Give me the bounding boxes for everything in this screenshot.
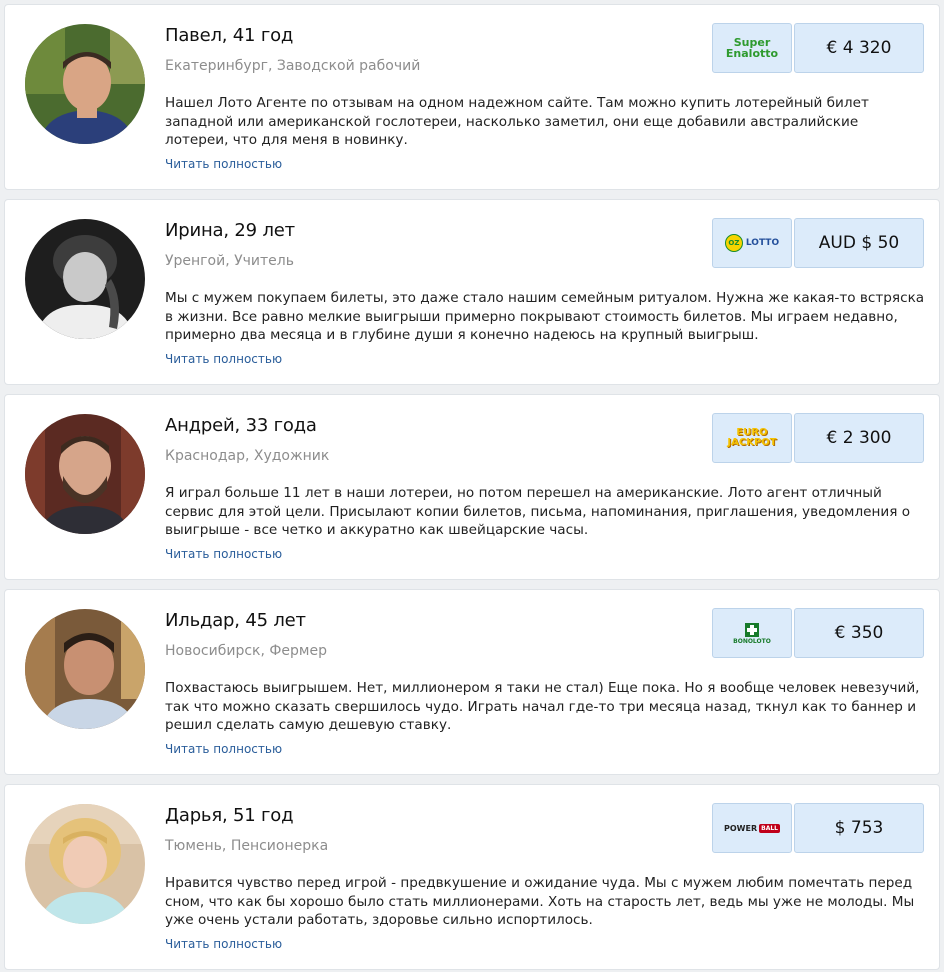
lottery-badge: OZ LOTTO xyxy=(712,218,792,268)
lottery-logo-line2: BALL xyxy=(759,823,780,833)
lottery-badge: BONOLOTO xyxy=(712,608,792,658)
reviewer-location-occupation: Краснодар, Художник xyxy=(165,448,330,464)
review-card: Ирина, 29 лет Уренгой, Учитель Мы с муже… xyxy=(4,199,940,385)
superenalotto-logo: Super Enalotto xyxy=(726,37,778,59)
reviewer-name: Дарья, 51 год xyxy=(165,805,294,826)
avatar xyxy=(25,609,145,729)
review-text: Похвастаюсь выигрышем. Нет, миллионером … xyxy=(165,680,920,733)
reviewer-location-occupation: Новосибирск, Фермер xyxy=(165,643,327,659)
read-more-link[interactable]: Читать полностью xyxy=(165,742,282,756)
lottery-logo-line2: Enalotto xyxy=(725,47,779,60)
read-more-link[interactable]: Читать полностью xyxy=(165,547,282,561)
read-more-link[interactable]: Читать полностью xyxy=(165,157,282,171)
prize-badge: € 4 320 xyxy=(794,23,924,73)
avatar xyxy=(25,414,145,534)
lottery-logo-line1: OZ xyxy=(724,234,743,252)
reviewer-location-occupation: Тюмень, Пенсионерка xyxy=(165,838,329,854)
lottery-logo-line2: LOTTO xyxy=(745,238,780,248)
bonoloto-logo: BONOLOTO xyxy=(733,622,771,645)
reviewer-location-occupation: Екатеринбург, Заводской рабочий xyxy=(165,58,421,74)
lottery-logo-line2: JACKPOT xyxy=(727,437,777,448)
review-card: Павел, 41 год Екатеринбург, Заводской ра… xyxy=(4,4,940,190)
read-more-link[interactable]: Читать полностью xyxy=(165,937,282,951)
prize-badge: $ 753 xyxy=(794,803,924,853)
review-card: Дарья, 51 год Тюмень, Пенсионерка Нравит… xyxy=(4,784,940,970)
reviews-list: Павел, 41 год Екатеринбург, Заводской ра… xyxy=(0,0,944,972)
reviewer-name: Ильдар, 45 лет xyxy=(165,610,306,631)
lottery-badge: POWER BALL xyxy=(712,803,792,853)
clover-icon xyxy=(744,622,759,637)
review-card: Андрей, 33 года Краснодар, Художник Я иг… xyxy=(4,394,940,580)
reviewer-location-occupation: Уренгой, Учитель xyxy=(165,253,294,269)
prize-badge: € 350 xyxy=(794,608,924,658)
avatar xyxy=(25,804,145,924)
review-text: Я играл больше 11 лет в наши лотереи, но… xyxy=(165,485,911,538)
powerball-logo: POWER BALL xyxy=(724,823,780,833)
prize-badge: € 2 300 xyxy=(794,413,924,463)
prize-badge: AUD $ 50 xyxy=(794,218,924,268)
avatar xyxy=(25,219,145,339)
avatar xyxy=(25,24,145,144)
review-text: Мы с мужем покупаем билеты, это даже ста… xyxy=(165,290,925,343)
read-more-link[interactable]: Читать полностью xyxy=(165,352,282,366)
lottery-logo-line1: POWER xyxy=(724,823,758,833)
ozlotto-logo: OZ LOTTO xyxy=(724,234,780,252)
eurojackpot-logo: EURO JACKPOT xyxy=(727,428,776,448)
review-text: Нашел Лото Агенте по отзывам на одном на… xyxy=(165,95,869,148)
reviewer-name: Андрей, 33 года xyxy=(165,415,317,436)
review-card: Ильдар, 45 лет Новосибирск, Фермер Похва… xyxy=(4,589,940,775)
lottery-badge: EURO JACKPOT xyxy=(712,413,792,463)
reviewer-name: Ирина, 29 лет xyxy=(165,220,295,241)
lottery-logo-line2: BONOLOTO xyxy=(733,637,771,645)
lottery-badge: Super Enalotto xyxy=(712,23,792,73)
reviewer-name: Павел, 41 год xyxy=(165,25,294,46)
review-text: Нравится чувство перед игрой - предвкуше… xyxy=(165,875,915,928)
